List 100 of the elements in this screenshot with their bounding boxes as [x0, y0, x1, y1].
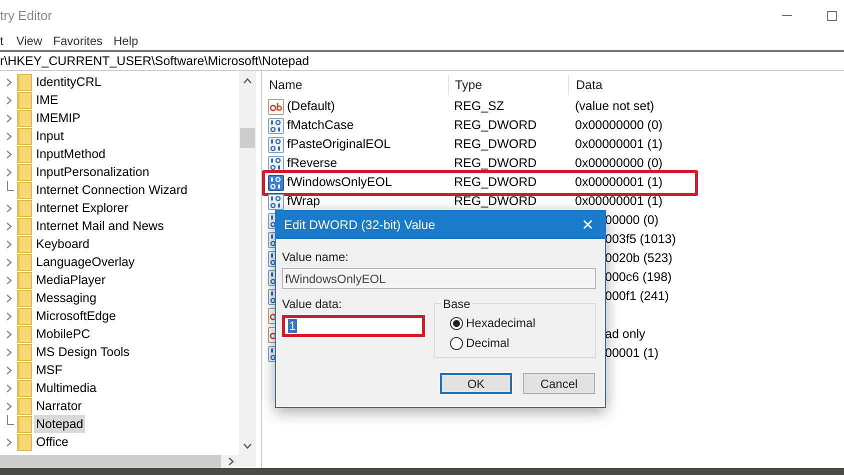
folder-icon [17, 308, 32, 324]
value-data-field[interactable]: 1 [282, 315, 425, 337]
menu-item[interactable]: View [16, 32, 42, 50]
column-header[interactable]: Type [448, 75, 568, 95]
tree-item[interactable]: Internet Explorer [34, 199, 130, 217]
scroll-up-icon [243, 78, 252, 84]
folder-icon [17, 434, 32, 450]
scrollbar-thumb[interactable] [240, 128, 255, 148]
table-cell-text: fReverse [287, 155, 338, 172]
tree-item[interactable]: Notepad [34, 415, 86, 433]
tree-item[interactable]: Input [34, 127, 66, 145]
menu-item[interactable]: t [0, 32, 4, 50]
table-cell: REG_SZ [454, 99, 504, 114]
table-cell: 0x00000001 (1) [575, 175, 663, 190]
ok-button[interactable]: OK [440, 373, 512, 394]
tree-item[interactable]: Keyboard [34, 235, 92, 253]
folder-icon [17, 92, 32, 108]
tree-item[interactable]: Internet Mail and News [34, 217, 166, 235]
binary-value-icon [268, 156, 284, 172]
folder-icon [17, 164, 32, 180]
table-cell: 00000 (0) [605, 213, 659, 228]
radio-label[interactable]: Hexadecimal [466, 314, 536, 332]
radio-button[interactable] [450, 336, 463, 350]
table-cell: 00001 (1) [605, 346, 659, 360]
menu-item[interactable]: Help [114, 32, 138, 50]
folder-icon [17, 128, 32, 144]
folder-icon [17, 110, 32, 126]
folder-icon [17, 272, 32, 288]
tree-item[interactable]: MediaPlayer [34, 271, 108, 289]
tree-line-icon [6, 415, 14, 425]
folder-icon [17, 236, 32, 252]
string-value-icon [268, 308, 275, 324]
dialog-title: Edit DWORD (32-bit) Value [284, 216, 436, 234]
folder-icon [17, 362, 32, 378]
radio-button[interactable] [450, 316, 463, 330]
binary-value-icon [268, 174, 284, 190]
table-cell-text: fWindowsOnlyEOL [287, 174, 392, 192]
table-cell: 000c6 (198) [605, 270, 672, 284]
field-label: Value data: [282, 297, 343, 311]
tree-item[interactable]: InputMethod [34, 145, 108, 163]
tree-item[interactable]: Office [34, 433, 70, 451]
table-cell-text: fPasteOriginalEOL [287, 136, 391, 154]
maximize-icon[interactable] [827, 11, 837, 21]
tree-line-icon [6, 181, 14, 191]
tree-item[interactable]: Internet Connection Wizard [34, 181, 190, 199]
address-bar[interactable]: r\HKEY_CURRENT_USER\Software\Microsoft\Notepad [0, 50, 844, 71]
tree-item[interactable]: MS Design Tools [34, 343, 132, 361]
minimize-icon [782, 15, 792, 17]
scroll-right-icon [228, 457, 234, 466]
tree-item[interactable]: IMEMIP [34, 109, 82, 127]
folder-icon [17, 182, 32, 198]
table-cell: 0020b (523) [605, 251, 672, 266]
tree-item[interactable]: LanguageOverlay [34, 253, 137, 271]
radio-label[interactable]: Decimal [466, 334, 510, 352]
string-value-icon [268, 98, 284, 114]
table-cell: 0x00000000 (0) [575, 156, 663, 170]
folder-icon [17, 416, 32, 432]
binary-value-icon [268, 118, 284, 134]
table-cell: REG_DWORD [454, 156, 537, 170]
table-cell: 0x00000001 (1) [575, 137, 663, 152]
table-cell: (value not set) [575, 99, 654, 114]
column-header[interactable]: Data [568, 75, 844, 95]
table-cell: 000f1 (241) [605, 289, 669, 304]
scroll-down-icon [243, 443, 252, 449]
tree-item[interactable]: MicrosoftEdge [34, 307, 118, 325]
table-cell: 0x00000000 (0) [575, 118, 663, 132]
value-name-field[interactable]: fWindowsOnlyEOL [282, 268, 596, 289]
chevron-right-icon [6, 438, 12, 446]
tree-item[interactable]: Messaging [34, 289, 98, 307]
table-cell: 0x00000001 (1) [575, 194, 663, 208]
vertical-scrollbar[interactable] [239, 71, 256, 455]
tree-item[interactable]: MobilePC [34, 325, 92, 343]
table-cell: 003f5 (1013) [605, 232, 676, 246]
folder-icon [17, 290, 32, 306]
tree-item[interactable]: Narrator [34, 397, 84, 415]
folder-icon [17, 254, 32, 270]
folder-icon [17, 398, 32, 414]
table-cell: ad only [605, 327, 646, 342]
binary-value-icon [268, 136, 284, 152]
folder-icon [17, 344, 32, 360]
field-label: Value name: [282, 250, 350, 264]
table-cell: REG_DWORD [454, 118, 537, 132]
tree-item[interactable]: MSF [34, 361, 64, 379]
tree-item[interactable]: InputPersonalization [34, 163, 152, 181]
close-button[interactable]: ✕ [579, 218, 597, 232]
string-value-icon [268, 326, 275, 342]
table-cell: REG_DWORD [454, 137, 537, 152]
table-cell-text: (Default) [287, 98, 335, 116]
menu-item[interactable]: Favorites [53, 32, 102, 50]
column-header[interactable]: Name [262, 75, 448, 95]
folder-icon [17, 146, 32, 162]
tree-item[interactable]: IdentityCRL [34, 73, 104, 91]
folder-icon [17, 200, 32, 216]
table-cell: REG_DWORD [454, 175, 537, 190]
tree-item[interactable]: Multimedia [34, 379, 98, 397]
tree-item[interactable]: IME [34, 91, 60, 109]
cancel-button[interactable]: Cancel [523, 373, 595, 394]
folder-icon [17, 380, 32, 396]
folder-icon [17, 74, 32, 90]
table-cell-text: fWrap [287, 193, 320, 210]
